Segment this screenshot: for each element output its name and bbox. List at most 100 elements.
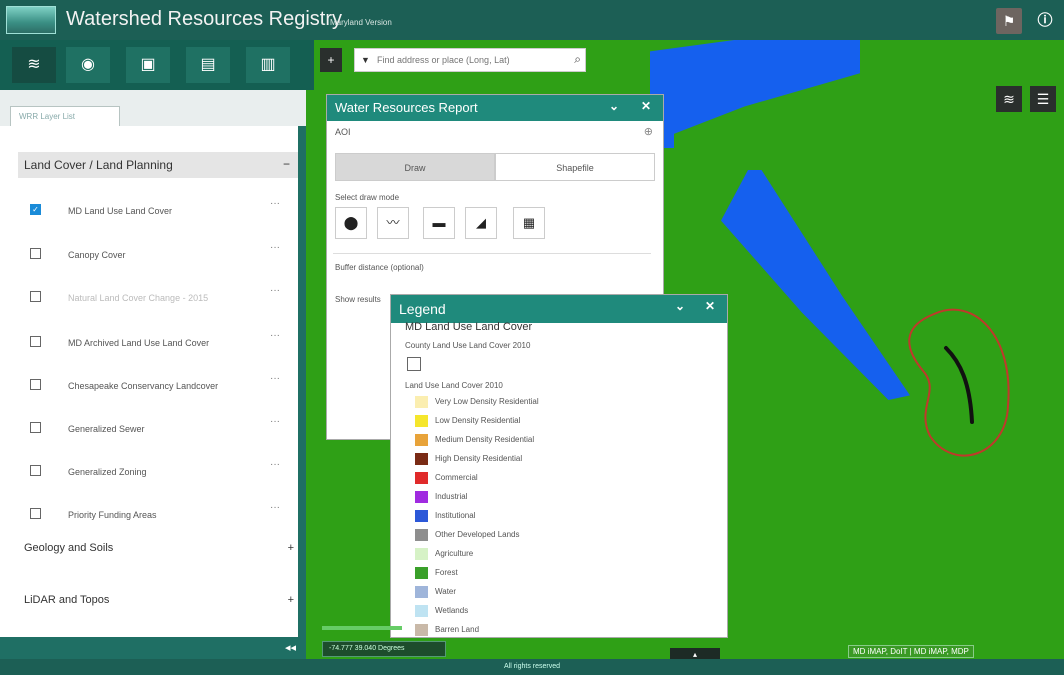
coordinates-readout: -74.777 39.040 Degrees	[322, 641, 446, 657]
tab-draw[interactable]: Draw	[335, 153, 495, 181]
layer-menu-button[interactable]: ···	[270, 285, 280, 296]
show-results-label: Show results	[335, 295, 381, 304]
legend-item: Institutional	[415, 509, 675, 523]
legend-item-label: Commercial	[435, 473, 478, 482]
expand-toggle[interactable]: +	[288, 594, 294, 606]
page-footer: All rights reserved	[0, 659, 1064, 675]
layers-icon: ≋	[1003, 91, 1015, 107]
legend-item: Very Low Density Residential	[415, 395, 675, 409]
search-icon[interactable]: ⌕	[574, 52, 581, 67]
layer-item[interactable]: Chesapeake Conservancy Landcover ···	[30, 373, 280, 399]
basemap-button[interactable]: ≋	[996, 86, 1022, 112]
search-input[interactable]	[377, 51, 563, 69]
close-icon[interactable]: ✕	[641, 99, 651, 113]
layer-checkbox[interactable]: ✓	[30, 204, 41, 215]
layer-menu-button[interactable]: ···	[270, 502, 280, 513]
legend-swatch	[415, 415, 428, 427]
layer-menu-button[interactable]: ···	[270, 416, 280, 427]
legend-swatch	[415, 434, 428, 446]
layer-checkbox[interactable]	[30, 508, 41, 519]
print-button[interactable]: ▥	[246, 47, 290, 83]
legend-swatch	[415, 510, 428, 522]
address-search: ▼ ⌕	[354, 48, 586, 72]
tab-shapefile[interactable]: Shapefile	[495, 153, 655, 181]
collapse-group-toggle[interactable]: −	[283, 157, 290, 171]
list-icon: ☰	[1036, 91, 1050, 107]
layer-checkbox[interactable]	[30, 336, 41, 347]
section-lidar-topos[interactable]: LiDAR and Topos +	[24, 594, 296, 606]
legend-swatch-empty	[407, 357, 421, 371]
layer-checkbox[interactable]	[30, 291, 41, 302]
close-icon[interactable]: ✕	[705, 299, 715, 313]
globe-button[interactable]: ◉	[66, 47, 110, 83]
info-button[interactable]: ⓘ	[1032, 8, 1058, 34]
legend-swatch	[415, 624, 428, 636]
layer-menu-button[interactable]: ···	[270, 330, 280, 341]
aoi-outline	[908, 308, 1010, 457]
layer-checkbox[interactable]	[30, 379, 41, 390]
legend-swatch	[415, 396, 428, 408]
layer-label: Canopy Cover	[68, 250, 126, 260]
layer-item[interactable]: Generalized Zoning ···	[30, 459, 280, 485]
section-geology-soils[interactable]: Geology and Soils +	[24, 542, 296, 554]
legend-item: Barren Land	[415, 623, 675, 637]
layers-button[interactable]: ≋	[12, 47, 56, 83]
layer-checkbox[interactable]	[30, 465, 41, 476]
section-label: LiDAR and Topos	[24, 594, 110, 606]
collapse-panel-button[interactable]: ◂◂	[285, 641, 296, 654]
layer-item[interactable]: ✓ MD Land Use Land Cover ···	[30, 198, 280, 224]
minimize-icon[interactable]: ⌄	[675, 299, 685, 313]
point-icon[interactable]: ⬤	[335, 207, 367, 239]
chat-button[interactable]: ▣	[126, 47, 170, 83]
layer-item[interactable]: Canopy Cover ···	[30, 242, 280, 268]
zoom-to-aoi-icon[interactable]: ⊕	[644, 125, 653, 138]
data-button[interactable]: ▤	[186, 47, 230, 83]
layer-checkbox[interactable]	[30, 422, 41, 433]
legend-title-bar: Legend ⌄ ✕	[391, 295, 727, 323]
rectangle-icon[interactable]: ▬	[423, 207, 455, 239]
list-button[interactable]: ☰	[1030, 86, 1056, 112]
layer-menu-button[interactable]: ···	[270, 459, 280, 470]
layer-item[interactable]: Natural Land Cover Change - 2015 ···	[30, 285, 280, 311]
layer-menu-button[interactable]: ···	[270, 373, 280, 384]
chat-icon: ▣	[140, 56, 156, 73]
group-land-cover[interactable]: Land Cover / Land Planning −	[18, 152, 298, 178]
layer-label: Natural Land Cover Change - 2015	[68, 293, 209, 303]
bookmark-button[interactable]: ⚑	[996, 8, 1022, 34]
bookmark-icon: ⚑	[1002, 13, 1016, 29]
tab-layer-list[interactable]: WRR Layer List	[10, 106, 120, 126]
layer-item[interactable]: Priority Funding Areas ···	[30, 502, 280, 528]
section-label: Geology and Soils	[24, 542, 114, 554]
stream-line	[944, 346, 974, 424]
expand-toggle[interactable]: +	[288, 542, 294, 554]
select-feature-icon[interactable]: ▦	[513, 207, 545, 239]
legend-title: Legend	[399, 301, 446, 317]
layer-checkbox[interactable]	[30, 248, 41, 259]
legend-item-label: Industrial	[435, 492, 468, 501]
legend-item-label: High Density Residential	[435, 454, 523, 463]
panel-footer: ◂◂	[0, 637, 306, 659]
layer-item[interactable]: Generalized Sewer ···	[30, 416, 280, 442]
minimize-icon[interactable]: ⌄	[609, 99, 619, 113]
lulc-label: Land Use Land Cover 2010	[405, 381, 503, 390]
search-source-dropdown[interactable]: ▼	[361, 55, 370, 65]
tab-strip: WRR Layer List	[0, 90, 306, 126]
legend-item-label: Wetlands	[435, 606, 469, 615]
app-title: Watershed Resources Registry	[66, 8, 343, 30]
divider	[333, 253, 651, 254]
legend-item: Forest	[415, 566, 675, 580]
polyline-icon[interactable]: 〰	[377, 207, 409, 239]
legend-item-label: Medium Density Residential	[435, 435, 535, 444]
polygon-icon[interactable]: ◢	[465, 207, 497, 239]
legend-item-label: Agriculture	[435, 549, 474, 558]
zoom-in-button[interactable]: +	[320, 48, 342, 72]
layer-label: Generalized Sewer	[68, 424, 145, 434]
legend-swatch	[415, 453, 428, 465]
layer-menu-button[interactable]: ···	[270, 198, 280, 209]
layer-menu-button[interactable]: ···	[270, 242, 280, 253]
layer-item[interactable]: MD Archived Land Use Land Cover ···	[30, 330, 280, 356]
map-scrollbar[interactable]	[322, 626, 402, 630]
aoi-drawing	[908, 308, 1010, 457]
group-title: Land Cover / Land Planning	[24, 158, 173, 172]
layer-label: MD Land Use Land Cover	[68, 206, 173, 216]
